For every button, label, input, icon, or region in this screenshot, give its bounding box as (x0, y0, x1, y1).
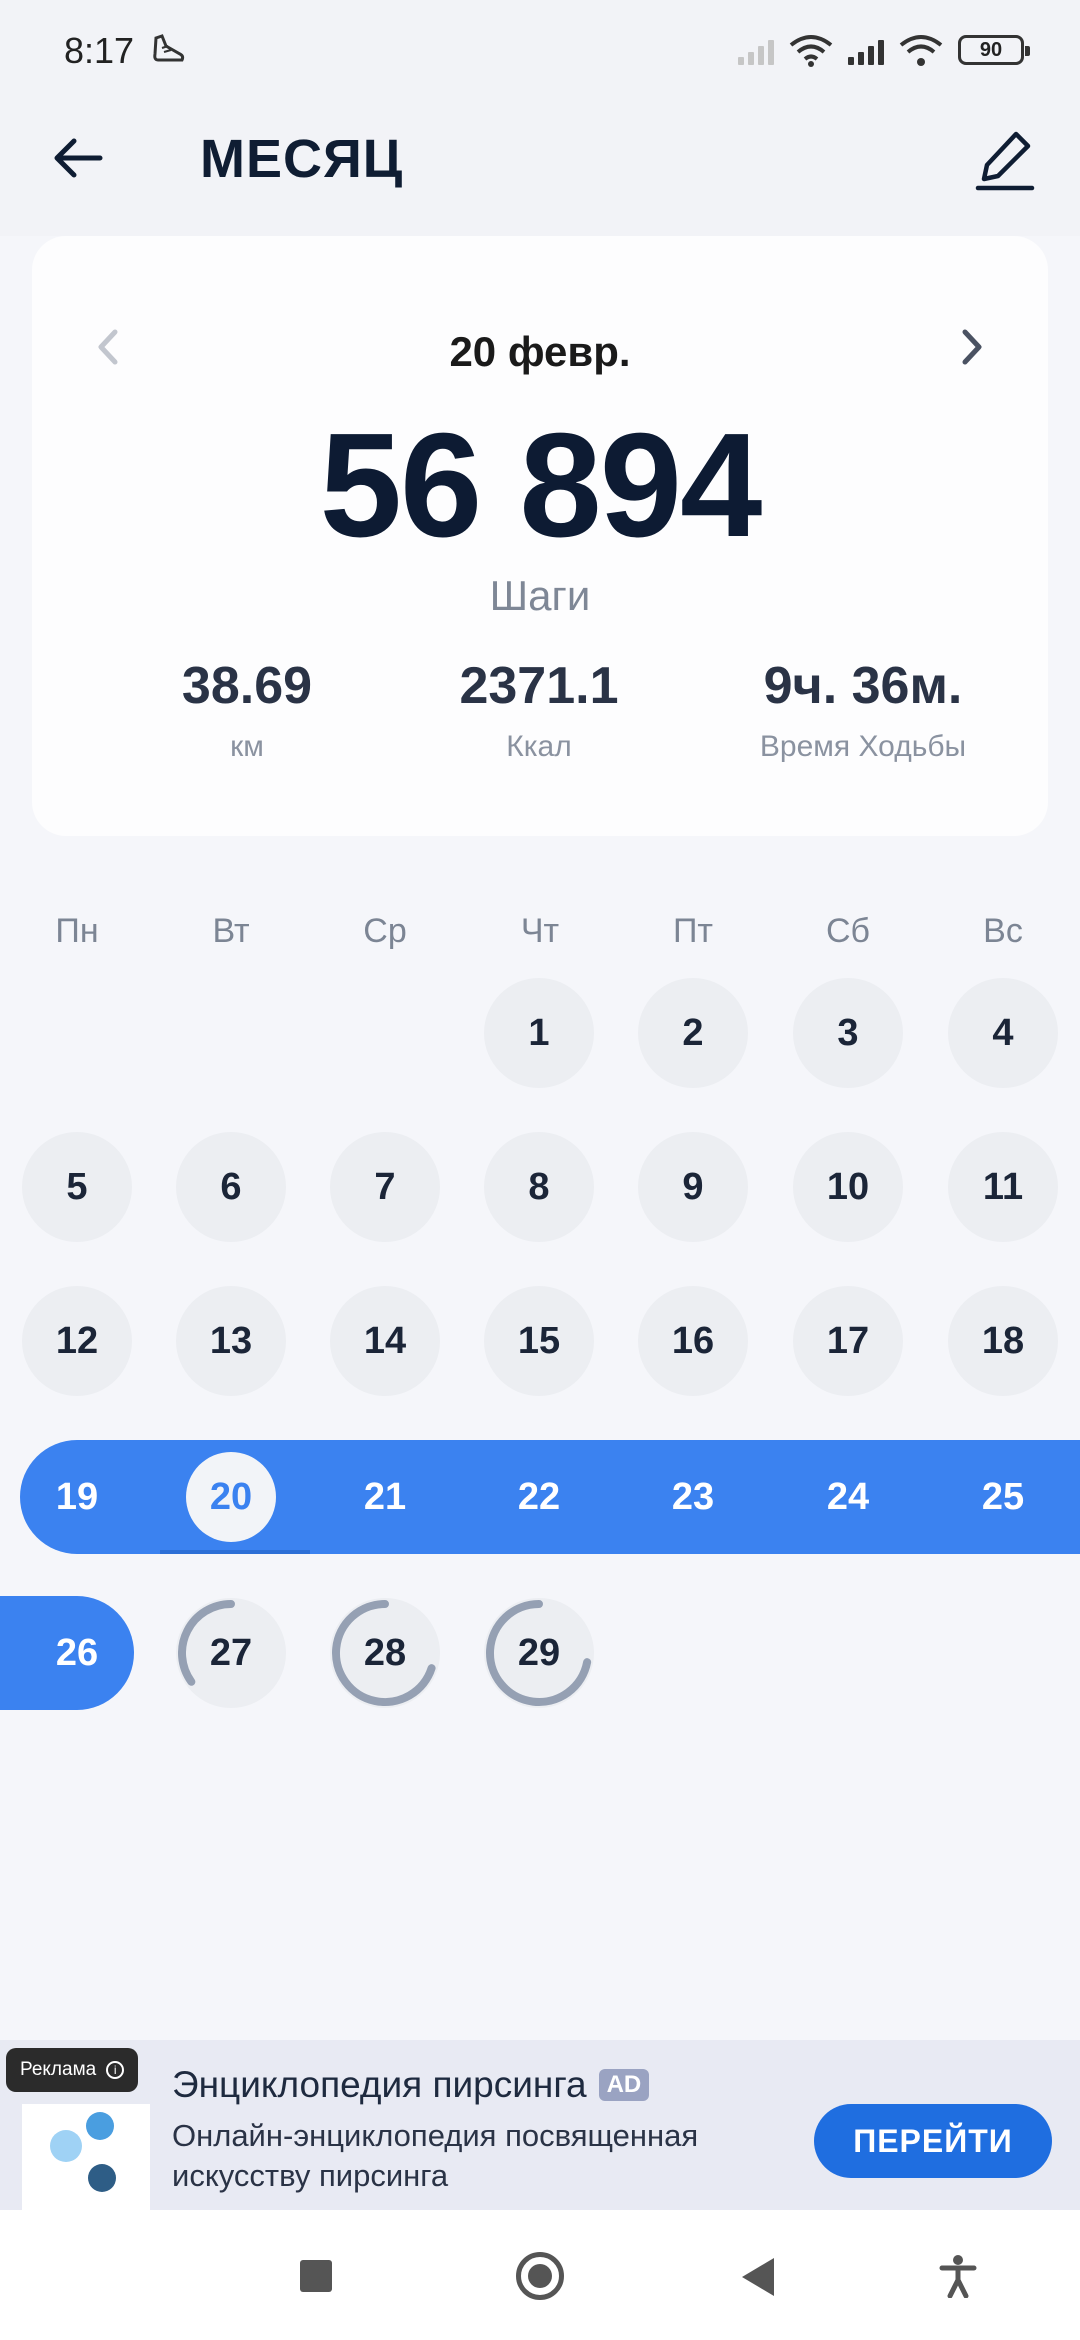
calendar-day[interactable]: 2 (638, 978, 748, 1088)
signal-icon (848, 35, 884, 65)
info-icon: i (106, 2061, 125, 2079)
arrow-left-icon[interactable] (48, 128, 108, 188)
weekday-label: Ср (363, 912, 407, 950)
calendar-day[interactable]: 28 (330, 1598, 440, 1708)
calendar-day[interactable]: 11 (948, 1132, 1058, 1242)
metric-walk-time: 9ч. 36м. Время Ходьбы (698, 656, 1028, 764)
ad-badge[interactable]: Реклама i (6, 2048, 139, 2092)
steps-label: Шаги (489, 572, 591, 619)
calendar-day[interactable]: 7 (330, 1132, 440, 1242)
calendar-day[interactable]: 27 (176, 1598, 286, 1708)
weekday-label: Вт (212, 912, 250, 950)
calendar-day[interactable]: 24 (793, 1442, 903, 1552)
calendar-day[interactable]: 3 (793, 978, 903, 1088)
ad-cta-button[interactable]: ПЕРЕЙТИ (814, 2104, 1052, 2178)
home-icon[interactable] (516, 2252, 564, 2300)
calendar-day[interactable]: 16 (638, 1286, 748, 1396)
shoe-icon (153, 34, 185, 62)
calendar-day-selected[interactable]: 20 (186, 1452, 276, 1542)
weekday-label: Вс (983, 912, 1023, 950)
calendar-day[interactable]: 25 (948, 1442, 1058, 1552)
calendar-day[interactable]: 29 (484, 1598, 594, 1708)
calendar-day[interactable]: 15 (484, 1286, 594, 1396)
metric-label: км (230, 730, 264, 763)
system-nav-bar (0, 2210, 1080, 2340)
calendar-day[interactable]: 6 (176, 1132, 286, 1242)
calendar-day[interactable]: 8 (484, 1132, 594, 1242)
calendar-day[interactable]: 26 (22, 1598, 132, 1708)
calendar-day-label: 28 (363, 1631, 407, 1674)
back-triangle-icon[interactable] (742, 2258, 774, 2296)
chevron-right-icon[interactable] (946, 322, 996, 372)
wifi-icon (789, 35, 833, 67)
weekday-label: Пн (55, 912, 99, 950)
ad-banner[interactable]: Реклама i Энциклопедия пирсинга AD Онлай… (0, 2040, 1080, 2228)
metric-value: 9ч. 36м. (763, 657, 963, 715)
battery-icon: 90 (958, 35, 1030, 65)
calendar-day[interactable]: 23 (638, 1442, 748, 1552)
calendar-day[interactable]: 5 (22, 1132, 132, 1242)
status-time: 8:17 (64, 30, 135, 71)
weekday-header: Пн Вт Ср Чт Пт Сб Вс (0, 912, 1080, 956)
ad-title: Энциклопедия пирсинга AD (172, 2064, 650, 2106)
calendar-day[interactable]: 12 (22, 1286, 132, 1396)
metric-label: Время Ходьбы (759, 730, 967, 763)
calendar-day[interactable]: 21 (330, 1442, 440, 1552)
ad-description: Онлайн-энциклопедия посвященная искусств… (172, 2118, 699, 2193)
calendar-day-label: 29 (517, 1631, 561, 1674)
calendar-day[interactable]: 9 (638, 1132, 748, 1242)
pencil-icon[interactable] (970, 124, 1040, 194)
calendar-day[interactable]: 1 (484, 978, 594, 1088)
metric-value: 2371.1 (459, 657, 619, 715)
calendar-day[interactable]: 19 (22, 1442, 132, 1552)
wifi-icon (899, 35, 943, 66)
weekday-label: Пт (672, 912, 713, 950)
calendar-day[interactable]: 10 (793, 1132, 903, 1242)
selected-week-underline (160, 1550, 310, 1554)
summary-card: 20 февр. 56 894 Шаги 38.69 км 2371.1 Кка… (32, 236, 1048, 836)
selected-date: 20 февр. (449, 328, 631, 375)
calendar-day[interactable]: 4 (948, 978, 1058, 1088)
signal-icon (738, 35, 774, 65)
app-header: МЕСЯЦ (0, 100, 1080, 236)
status-icons: 90 (738, 30, 1030, 70)
metric-value: 38.69 (181, 657, 313, 715)
steps-value: 56 894 (319, 403, 763, 568)
calendar-day[interactable]: 18 (948, 1286, 1058, 1396)
calendar-day[interactable]: 14 (330, 1286, 440, 1396)
weekday-label: Чт (520, 912, 560, 950)
page-title: МЕСЯЦ (200, 129, 404, 189)
calendar-day[interactable]: 22 (484, 1442, 594, 1552)
ad-badge-label: Реклама (20, 2059, 97, 2080)
calendar-day-label: 27 (209, 1631, 253, 1674)
calendar-day[interactable]: 17 (793, 1286, 903, 1396)
recents-icon[interactable] (300, 2260, 332, 2292)
metric-label: Ккал (506, 730, 572, 763)
metric-calories: 2371.1 Ккал (374, 656, 704, 764)
ad-tag: AD (598, 2069, 650, 2101)
ad-title-text: Энциклопедия пирсинга (172, 2064, 587, 2105)
calendar-day[interactable]: 13 (176, 1286, 286, 1396)
metric-distance: 38.69 км (82, 656, 412, 764)
weekday-label: Сб (825, 912, 871, 950)
accessibility-icon[interactable] (938, 2254, 978, 2298)
status-bar: 8:17 90 (0, 0, 1080, 100)
